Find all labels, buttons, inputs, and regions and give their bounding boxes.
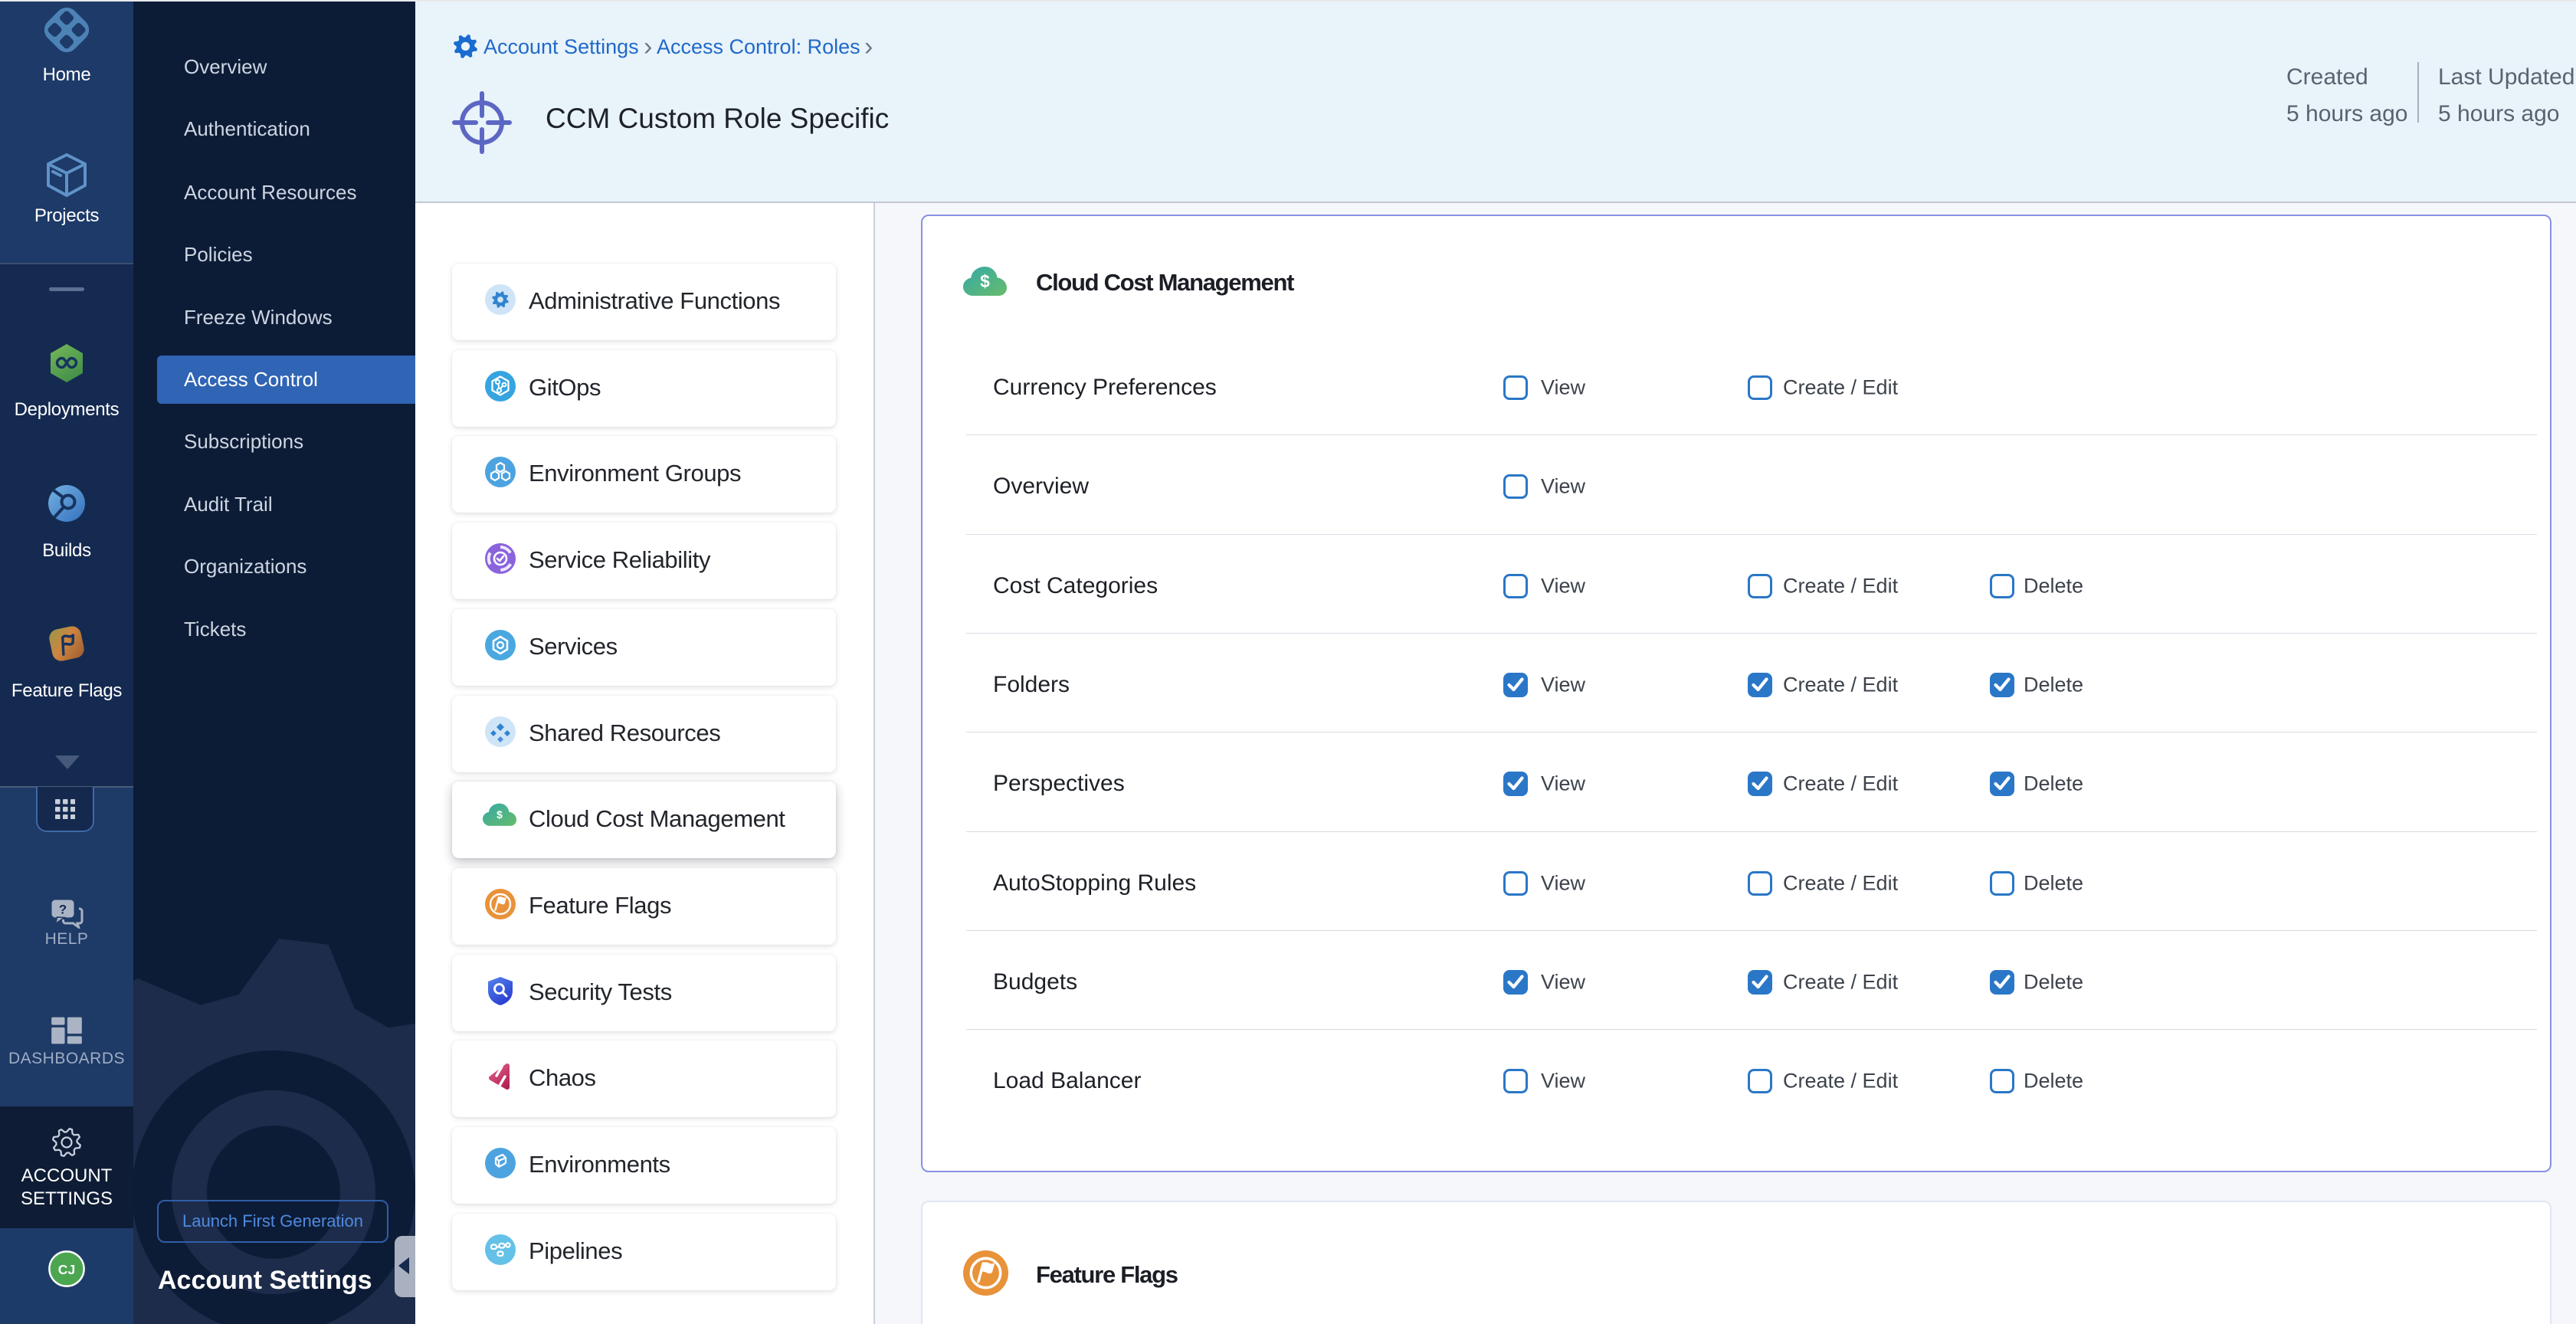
svg-text:?: ?: [59, 903, 67, 917]
svg-text:$: $: [980, 271, 990, 291]
svg-text:CJ: CJ: [58, 1262, 75, 1277]
svg-text:$: $: [497, 808, 503, 821]
